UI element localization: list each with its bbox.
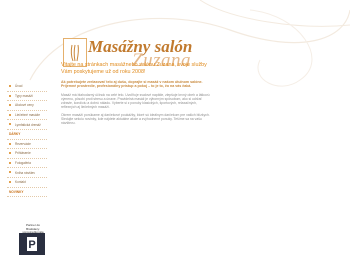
main-content: Vitajte na stránkach masážneho salónu Zu… — [61, 62, 211, 125]
sidebar-item-prihlasenie[interactable]: Prihlásenie — [7, 149, 47, 159]
body-paragraph-2: Okrem masáží ponúkame aj darčekové pouká… — [61, 113, 210, 126]
sidebar-item-kniha-navstev[interactable]: Kniha návštev — [7, 168, 47, 178]
partner-logo-icon: P — [27, 237, 37, 251]
sidebar-item-fotogaleria[interactable]: Fotogaléria — [7, 159, 47, 169]
sidebar-item-akciove-ceny[interactable]: Akciové ceny — [7, 101, 47, 111]
header: Masážny salón Zuzana — [0, 12, 350, 71]
sidebar-item-lymfaticka-drenaz[interactable]: Lymfatická drenáž — [7, 120, 47, 130]
sidebar-item-darky[interactable]: DÁRKY — [7, 130, 47, 140]
svg-text:P: P — [28, 239, 35, 251]
intro-text: Ak potrebujete zrelaxovať telo aj dušu, … — [61, 80, 203, 89]
sidebar-nav: Úvod Typy masáží Akciové ceny Liečebné m… — [7, 82, 47, 198]
sidebar-item-liecebne-masaze[interactable]: Liečebné masáže — [7, 111, 47, 121]
sidebar-item-uvod[interactable]: Úvod — [7, 82, 47, 92]
sidebar-item-novinky[interactable]: NOVINKY — [7, 188, 47, 198]
sidebar-item-typy-masazi[interactable]: Typy masáží — [7, 92, 47, 102]
welcome-heading: Vitajte na stránkach masážneho salónu Zu… — [61, 62, 207, 75]
sidebar-item-kontakt[interactable]: Kontakt — [7, 178, 47, 188]
body-paragraph-1: Masáž má blahodarný účinok na celé telo.… — [61, 92, 210, 110]
hands-logo-icon — [70, 44, 79, 61]
sidebar-item-rezervacie[interactable]: Rezervácie — [7, 140, 47, 150]
partner-banner[interactable]: P — [19, 233, 45, 255]
